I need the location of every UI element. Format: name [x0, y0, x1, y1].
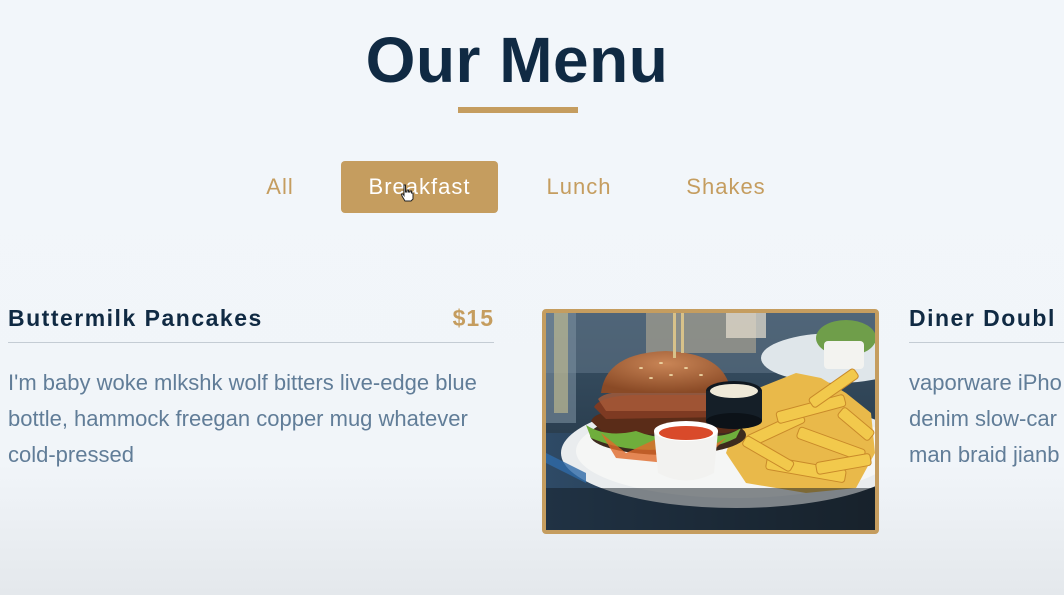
title-underline: [458, 107, 578, 113]
burger-fries-photo: [546, 313, 875, 530]
menu-item-name: Diner Doubl: [909, 305, 1056, 331]
menu-item-description: I'm baby woke mlkshk wolf bitters live-e…: [8, 370, 477, 467]
menu-item-clipped: Diner Doubl vaporware iPho denim slow-ca…: [909, 300, 1064, 500]
menu-item: Buttermilk Pancakes $15 I'm baby woke ml…: [8, 305, 494, 473]
menu-item-header: Diner Doubl: [909, 305, 1064, 343]
filter-all-button[interactable]: All: [248, 161, 312, 213]
menu-item-description: vaporware iPho denim slow-car man braid …: [909, 365, 1064, 473]
filter-breakfast-button[interactable]: Breakfast: [341, 161, 498, 213]
description-line: vaporware iPho: [909, 370, 1062, 395]
filter-lunch-button[interactable]: Lunch: [527, 161, 631, 213]
menu-item-name: Buttermilk Pancakes: [8, 305, 263, 331]
description-line: denim slow-car: [909, 406, 1057, 431]
description-line: man braid jianb: [909, 442, 1060, 467]
filter-shakes-button[interactable]: Shakes: [665, 161, 787, 213]
filter-bar: All Breakfast Lunch Shakes: [0, 161, 1064, 213]
menu-item: Diner Doubl vaporware iPho denim slow-ca…: [909, 305, 1064, 473]
page-title: Our Menu: [365, 24, 669, 96]
menu-item-price: $15: [452, 305, 494, 331]
hand-pointer-icon: [400, 184, 414, 202]
menu-item-photo: [542, 309, 879, 534]
menu-item-header: Buttermilk Pancakes $15: [8, 305, 494, 343]
